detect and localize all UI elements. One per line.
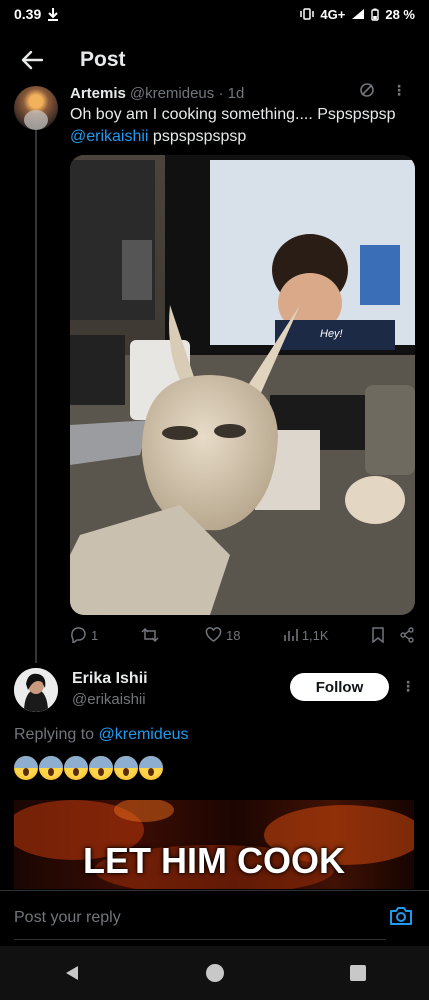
circle-home-icon — [205, 964, 224, 982]
workbench-photo: Hey! — [70, 155, 415, 615]
post-text-tail: pspspspspsp — [148, 128, 247, 145]
screaming-face-emoji — [14, 756, 38, 780]
network-type: 4G+ — [320, 6, 346, 22]
clock: 0.39 — [14, 6, 42, 22]
status-bar: 0.39 4G+ 28 % — [0, 0, 429, 28]
emoji-row — [14, 756, 163, 780]
post-header: Artemis @kremideus · 1d ⋮ — [70, 82, 415, 104]
screaming-face-emoji — [114, 756, 138, 780]
post-text: Oh boy am I cooking something.... Pspsps… — [70, 104, 420, 148]
nav-back-button[interactable] — [52, 953, 92, 993]
bookmark-icon[interactable] — [371, 627, 385, 643]
back-button[interactable] — [17, 45, 47, 75]
page-title: Post — [80, 48, 126, 71]
post-actions: 1 18 1,1K — [70, 622, 415, 648]
reply-composer: Post your reply — [0, 890, 429, 946]
more-options-icon[interactable]: ⋮ — [401, 678, 415, 695]
grok-icon[interactable] — [359, 82, 375, 102]
vibrate-icon — [300, 8, 315, 20]
heart-icon — [205, 627, 222, 642]
screaming-face-emoji — [64, 756, 88, 780]
views-button[interactable]: 1,1K — [283, 628, 329, 643]
mention-link[interactable]: @kremideus — [99, 726, 189, 743]
back-arrow-icon — [21, 50, 43, 70]
avatar[interactable] — [14, 668, 58, 712]
reply-count: 1 — [91, 627, 99, 643]
nav-home-button[interactable] — [195, 953, 235, 993]
share-icon[interactable] — [399, 627, 415, 643]
avatar[interactable] — [14, 86, 58, 130]
download-icon — [48, 8, 59, 21]
views-icon — [284, 629, 298, 641]
author-handle[interactable]: @erikaishii — [72, 691, 146, 708]
screaming-face-emoji — [39, 756, 63, 780]
square-recents-icon — [349, 965, 366, 981]
system-nav-bar — [0, 946, 429, 1000]
author-handle-time[interactable]: @kremideus · 1d — [130, 85, 244, 102]
view-count: 1,1K — [301, 627, 329, 643]
author-name[interactable]: Artemis — [70, 85, 126, 102]
replying-prefix: Replying to — [14, 726, 99, 743]
gif-caption: LET HIM COOK — [83, 840, 345, 881]
follow-button[interactable]: Follow — [290, 673, 389, 701]
replying-to: Replying to @kremideus — [14, 726, 189, 744]
screaming-face-emoji — [89, 756, 113, 780]
repost-icon — [141, 627, 159, 643]
reply-button[interactable]: 1 — [70, 627, 98, 643]
triangle-back-icon — [65, 966, 78, 980]
signal-icon — [352, 9, 365, 19]
battery-level: 28 % — [385, 6, 415, 22]
like-button[interactable]: 18 — [205, 627, 240, 643]
gif-media[interactable]: LET HIM COOK — [14, 800, 414, 889]
camera-button[interactable] — [389, 905, 413, 932]
camera-icon — [390, 907, 412, 925]
like-count: 18 — [225, 627, 241, 643]
reply-input[interactable]: Post your reply — [14, 909, 121, 927]
repost-button[interactable] — [141, 627, 163, 643]
post-text-body: Oh boy am I cooking something.... Pspsps… — [70, 106, 396, 123]
author-name[interactable]: Erika Ishii — [72, 670, 148, 688]
more-options-icon[interactable]: ⋮ — [392, 82, 407, 99]
post-extra-actions — [371, 627, 415, 643]
top-bar: Post — [0, 40, 429, 80]
thread-line — [35, 128, 37, 663]
divider — [14, 939, 386, 940]
screaming-face-emoji — [139, 756, 163, 780]
mention-link[interactable]: @erikaishii — [70, 128, 148, 145]
battery-icon — [371, 8, 380, 21]
nav-recents-button[interactable] — [338, 953, 378, 993]
reply-icon — [71, 627, 86, 643]
image-caption: Hey! — [320, 328, 343, 340]
post-image[interactable]: Hey! — [70, 155, 415, 615]
